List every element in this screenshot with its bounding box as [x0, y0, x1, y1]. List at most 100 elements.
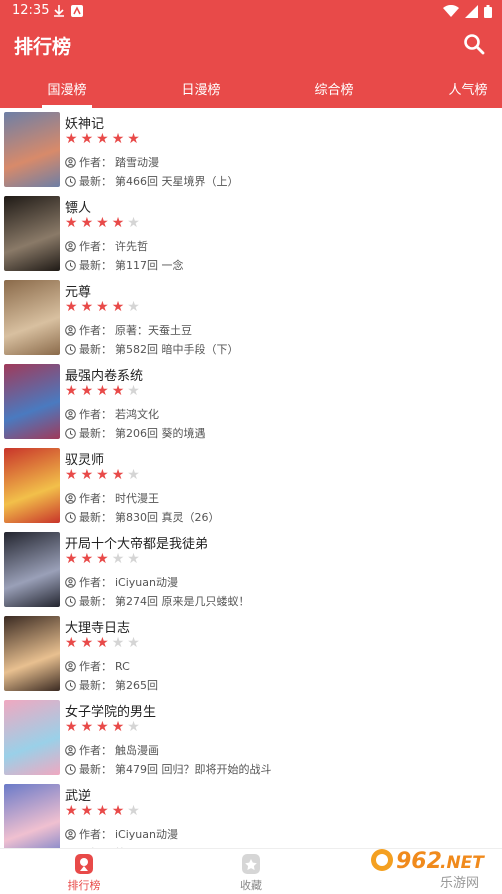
latest-label: 最新：	[79, 511, 112, 524]
comic-cover[interactable]	[4, 112, 60, 187]
comic-author: 作者： 时代漫王	[65, 490, 159, 506]
rating-stars: ★★★★★	[65, 551, 143, 567]
author-value: iCiyuan动漫	[115, 576, 178, 589]
comic-latest-chapter: 最新： 第830回 真灵（26）	[65, 509, 220, 525]
comic-list-item[interactable]: 驭灵师 ★★★★★ 作者： 时代漫王 最新： 第830回 真灵（26）	[0, 444, 502, 528]
comic-author: 作者： 踏雪动漫	[65, 154, 159, 170]
tab-guoman[interactable]: 国漫榜	[27, 79, 107, 108]
comic-list-item[interactable]: 最强内卷系统 ★★★★★ 作者： 若鸿文化 最新： 第206回 葵的境遇	[0, 360, 502, 444]
star-icon: ★	[80, 215, 97, 231]
author-label: 作者：	[79, 744, 112, 757]
author-label: 作者：	[79, 660, 112, 673]
star-icon: ★	[111, 467, 128, 483]
comic-cover[interactable]	[4, 448, 60, 523]
tab-renqi[interactable]: 人气榜	[428, 79, 502, 98]
star-icon: ★	[96, 803, 112, 819]
author-value: 原著：天蚕土豆	[115, 324, 192, 337]
ranking-icon	[75, 854, 93, 874]
latest-value: 第466回 天星境界（上）	[115, 175, 239, 188]
page-title: 排行榜	[14, 36, 72, 58]
comic-title[interactable]: 最强内卷系统	[65, 365, 143, 384]
star-icon: ★	[65, 299, 81, 315]
clock-icon	[65, 595, 76, 607]
latest-label: 最新：	[79, 343, 112, 356]
star-icon: ★	[80, 551, 97, 567]
rating-stars: ★★★★★	[65, 215, 143, 231]
comic-list-item[interactable]: 元尊 ★★★★★ 作者： 原著：天蚕土豆 最新： 第582回 暗中手段（下）	[0, 276, 502, 360]
comic-cover[interactable]	[4, 700, 60, 775]
tab-label: 国漫榜	[47, 83, 87, 98]
wifi-icon	[443, 5, 459, 17]
comic-title[interactable]: 元尊	[65, 281, 91, 300]
comic-title[interactable]: 武逆	[65, 785, 91, 804]
author-icon	[65, 660, 76, 672]
star-icon: ★	[65, 131, 81, 147]
latest-value: 第265回	[115, 679, 158, 692]
latest-label: 最新：	[79, 259, 112, 272]
watermark-graphic: 962 .NET 乐游网	[371, 849, 485, 891]
star-icon: ★	[80, 467, 97, 483]
comic-cover[interactable]	[4, 784, 60, 848]
rank-tabs: 国漫榜 日漫榜 综合榜 人气榜	[0, 66, 502, 108]
latest-value: 第479回 回归？即将开始的战斗	[115, 763, 272, 776]
comic-list-item[interactable]: 女子学院的男生 ★★★★★ 作者： 触岛漫画 最新： 第479回 回归？即将开始的战斗	[0, 696, 502, 780]
nav-favorites[interactable]: 收藏	[221, 853, 281, 893]
author-icon	[65, 744, 76, 756]
star-icon: ★	[96, 719, 112, 735]
latest-value: 第830回 真灵（26）	[115, 511, 220, 524]
comic-title[interactable]: 妖神记	[65, 113, 104, 132]
author-value: iCiyuan动漫	[115, 828, 178, 841]
author-value: 许先哲	[115, 240, 148, 253]
search-icon[interactable]	[462, 32, 486, 56]
star-icon: ★	[111, 131, 128, 147]
comic-title[interactable]: 镖人	[65, 197, 91, 216]
comic-cover[interactable]	[4, 616, 60, 691]
star-icon: ★	[127, 467, 143, 483]
comic-title[interactable]: 大理寺日志	[65, 617, 130, 636]
author-label: 作者：	[79, 408, 112, 421]
rating-stars: ★★★★★	[65, 299, 143, 315]
comic-latest-chapter: 最新： 第206回 葵的境遇	[65, 425, 206, 441]
app-notification-icon	[71, 5, 83, 17]
star-icon: ★	[80, 299, 97, 315]
comic-cover[interactable]	[4, 532, 60, 607]
comic-cover[interactable]	[4, 364, 60, 439]
comic-list-item[interactable]: 镖人 ★★★★★ 作者： 许先哲 最新： 第117回 一念	[0, 192, 502, 276]
comic-list-item[interactable]: 妖神记 ★★★★★ 作者： 踏雪动漫 最新： 第466回 天星境界（上）	[0, 108, 502, 192]
comic-list-item[interactable]: 大理寺日志 ★★★★★ 作者： RC 最新： 第265回	[0, 612, 502, 696]
author-label: 作者：	[79, 828, 112, 841]
author-value: 时代漫王	[115, 492, 159, 505]
svg-text:962: 962	[396, 849, 442, 874]
nav-ranking[interactable]: 排行榜	[54, 853, 114, 893]
star-icon: ★	[127, 803, 143, 819]
svg-text:.NET: .NET	[440, 853, 485, 873]
star-icon: ★	[96, 551, 112, 567]
nav-label: 收藏	[240, 879, 262, 892]
tab-riman[interactable]: 日漫榜	[161, 79, 241, 98]
comic-list-item[interactable]: 开局十个大帝都是我徒弟 ★★★★★ 作者： iCiyuan动漫最新： 第274回 原来是…	[0, 528, 502, 612]
tab-zonghe[interactable]: 综合榜	[294, 79, 374, 98]
star-icon: ★	[127, 551, 143, 567]
author-label: 作者：	[79, 576, 112, 589]
author-label: 作者：	[79, 156, 112, 169]
comic-title[interactable]: 女子学院的男生	[65, 701, 156, 720]
author-icon	[65, 828, 76, 840]
latest-label: 最新：	[79, 679, 112, 692]
comic-list-item[interactable]: 武逆★★★★★作者：iCiyuan动漫最新：第	[0, 780, 502, 848]
author-value: 踏雪动漫	[115, 156, 159, 169]
comic-author: 作者： RC	[65, 658, 130, 674]
star-icon: ★	[65, 383, 81, 399]
star-icon: ★	[111, 719, 128, 735]
clock-icon	[65, 259, 76, 271]
comic-cover[interactable]	[4, 280, 60, 355]
comic-latest-chapter: 最新： 第274回 原来是几只蝼蚁！	[65, 593, 250, 609]
comic-title[interactable]: 驭灵师	[65, 449, 104, 468]
star-icon: ★	[80, 803, 97, 819]
comic-author: 作者： 许先哲	[65, 238, 148, 254]
tab-label: 人气榜	[448, 83, 488, 98]
star-icon: ★	[65, 719, 81, 735]
clock-icon	[65, 763, 76, 775]
star-icon: ★	[80, 635, 97, 651]
comic-cover[interactable]	[4, 196, 60, 271]
comic-title[interactable]: 开局十个大帝都是我徒弟	[65, 533, 208, 552]
